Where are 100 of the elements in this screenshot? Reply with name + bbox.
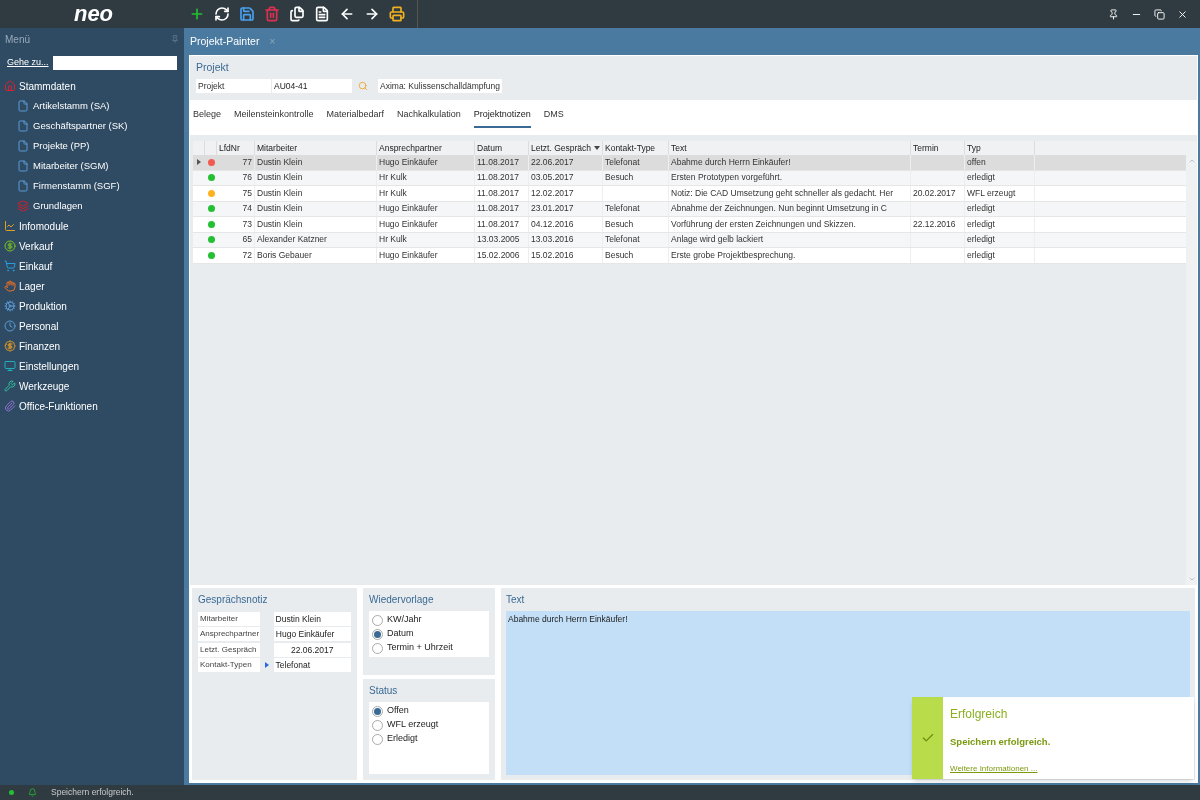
table-cell: 13.03.2005 xyxy=(477,233,520,247)
menu-subitem[interactable]: Firmenstamm (SGF) xyxy=(0,176,184,196)
bell-icon[interactable] xyxy=(28,788,37,797)
tab[interactable]: Materialbedarf xyxy=(326,106,385,128)
table-cell: 77 xyxy=(242,155,252,169)
close-icon[interactable] xyxy=(1177,8,1188,20)
table-cell: 73 xyxy=(242,217,252,231)
table-cell: 11.08.2017 xyxy=(477,217,519,231)
plus-icon[interactable] xyxy=(189,6,205,22)
table-cell: 15.02.2016 xyxy=(531,248,574,262)
printer-icon[interactable] xyxy=(389,6,405,22)
field-label: Ansprechpartner xyxy=(198,627,260,641)
radio-button[interactable] xyxy=(372,733,383,745)
stack-icon xyxy=(17,200,29,212)
field-label: Letzt. Gespräch xyxy=(198,642,260,657)
table-cell: Dustin Klein xyxy=(257,202,303,216)
table-cell: Besuch xyxy=(605,248,634,262)
table-cell: 75 xyxy=(242,186,252,200)
table-cell: Hugo Einkäufer xyxy=(379,202,438,216)
project-field[interactable]: AU04-41 xyxy=(272,78,352,93)
menu-item[interactable]: Einkauf xyxy=(0,256,184,276)
table-cell: 03.05.2017 xyxy=(531,171,574,185)
table-cell: 15.02.2006 xyxy=(477,248,520,262)
file-icon xyxy=(17,180,29,192)
home-icon xyxy=(4,80,16,92)
panel-heading: Gesprächsnotiz xyxy=(198,593,269,607)
radio-option[interactable]: Termin + Uhrzeit xyxy=(372,641,486,655)
table-cell: 11.08.2017 xyxy=(477,202,519,216)
menu-item[interactable]: Werkzeuge xyxy=(0,376,184,396)
radio-option[interactable]: Datum xyxy=(372,627,486,641)
table-row[interactable]: 73 Dustin Klein Hugo Einkäufer 11.08.2017 04.12.2016 Besuch Vorführung der ersten Zeichnungen und Skizzen. 22.12.2016 erledigt xyxy=(193,217,1186,233)
tab[interactable]: Nachkalkulation xyxy=(397,106,461,128)
tab[interactable]: Projektnotizen xyxy=(473,106,531,128)
menu-subitem[interactable]: Projekte (PP) xyxy=(0,136,184,156)
table-cell: Hugo Einkäufer xyxy=(379,217,438,231)
table-cell: 22.12.2016 xyxy=(913,217,956,231)
file-icon xyxy=(17,160,29,172)
trash-icon[interactable] xyxy=(264,6,280,22)
radio-button[interactable] xyxy=(372,705,383,717)
tab[interactable]: DMS xyxy=(543,106,564,128)
value-field[interactable]: 22.06.2017 xyxy=(273,642,351,657)
wrench-icon xyxy=(4,380,16,392)
table-cell: WFL erzeugt xyxy=(967,186,1016,200)
menu-item[interactable]: Office-Funktionen xyxy=(0,396,184,416)
radio-option[interactable]: KW/Jahr xyxy=(372,613,486,627)
menu-item[interactable]: Lager xyxy=(0,276,184,296)
radio-button[interactable] xyxy=(372,719,383,731)
menu-item[interactable]: Produktion xyxy=(0,296,184,316)
value-field[interactable]: Telefonat xyxy=(273,658,351,672)
table-cell: Ersten Prototypen vorgeführt. xyxy=(671,171,783,185)
menu-item[interactable]: Finanzen xyxy=(0,336,184,356)
row-pointer-icon xyxy=(197,159,201,166)
radio-option[interactable]: Erledigt xyxy=(372,732,486,746)
table-cell: Dustin Klein xyxy=(257,217,303,231)
restore-icon[interactable] xyxy=(1154,8,1165,20)
menu-item[interactable]: Infomodule xyxy=(0,216,184,236)
more-info-link[interactable]: Weitere Informationen ... xyxy=(950,763,1051,776)
table-cell: Hr Kulk xyxy=(379,186,407,200)
monitor-icon xyxy=(4,360,16,372)
radio-button[interactable] xyxy=(372,642,383,654)
menu-subitem[interactable]: Artikelstamm (SA) xyxy=(0,96,184,116)
radio-button[interactable] xyxy=(372,614,383,626)
panel-heading: Text xyxy=(506,593,526,607)
radio-option[interactable]: Offen xyxy=(372,704,486,718)
copy-document-icon[interactable] xyxy=(289,6,305,22)
arrow-left-icon[interactable] xyxy=(339,6,355,22)
table-row[interactable]: 75 Dustin Klein Hr Kulk 11.08.2017 12.02.2017 Notiz: Die CAD Umsetzung geht schneller als gedacht. Her 20.02.2017 WFL erzeugt xyxy=(193,186,1186,202)
menu-subitem[interactable]: Mitarbeiter (SGM) xyxy=(0,156,184,176)
file-icon xyxy=(17,120,29,132)
arrow-right-icon[interactable] xyxy=(364,6,380,22)
table-cell: Hr Kulk xyxy=(379,233,407,247)
table-cell: Hugo Einkäufer xyxy=(379,155,438,169)
tab[interactable]: Belege xyxy=(193,106,222,128)
menu-item[interactable]: Personal xyxy=(0,316,184,336)
table-row[interactable]: 77 Dustin Klein Hugo Einkäufer 11.08.2017 22.06.2017 Telefonat Abahme durch Herrn Einkäufer! offen xyxy=(193,155,1186,171)
goto-field[interactable] xyxy=(52,56,177,70)
menu-item[interactable]: Einstellungen xyxy=(0,356,184,376)
table-cell: Alexander Katzner xyxy=(257,233,327,247)
table-cell: Telefonat xyxy=(605,202,640,216)
pin-icon[interactable] xyxy=(1108,8,1119,20)
document-tab[interactable]: Projekt-Painter xyxy=(190,33,260,50)
table-cell: 22.06.2017 xyxy=(531,155,574,169)
refresh-icon[interactable] xyxy=(214,6,230,22)
value-field[interactable]: Dustin Klein xyxy=(273,611,351,626)
field-label: Projekt xyxy=(196,78,271,93)
menu-subitem[interactable]: Grundlagen xyxy=(0,196,184,216)
radio-button[interactable] xyxy=(372,628,383,640)
tab[interactable]: Meilensteinkontrolle xyxy=(234,106,314,128)
value-field[interactable]: Hugo Einkäufer xyxy=(273,627,351,641)
menu-item[interactable]: Verkauf xyxy=(0,236,184,256)
save-icon[interactable] xyxy=(239,6,255,22)
menu-item[interactable]: Stammdaten xyxy=(0,76,184,96)
table-cell: Abahme durch Herrn Einkäufer! xyxy=(671,155,791,169)
radio-option[interactable]: WFL erzeugt xyxy=(372,718,486,732)
goto-label: Gehe zu... xyxy=(7,56,49,70)
menu-subitem[interactable]: Geschäftspartner (SK) xyxy=(0,116,184,136)
document-icon[interactable] xyxy=(314,6,330,22)
table-row[interactable]: 72 Boris Gebauer Hugo Einkäufer 15.02.2006 15.02.2016 Besuch Erste grobe Projektbesprechung. erledigt xyxy=(193,248,1186,264)
hand-icon xyxy=(4,280,16,292)
table-cell: Anlage wird gelb lackiert xyxy=(671,233,764,247)
